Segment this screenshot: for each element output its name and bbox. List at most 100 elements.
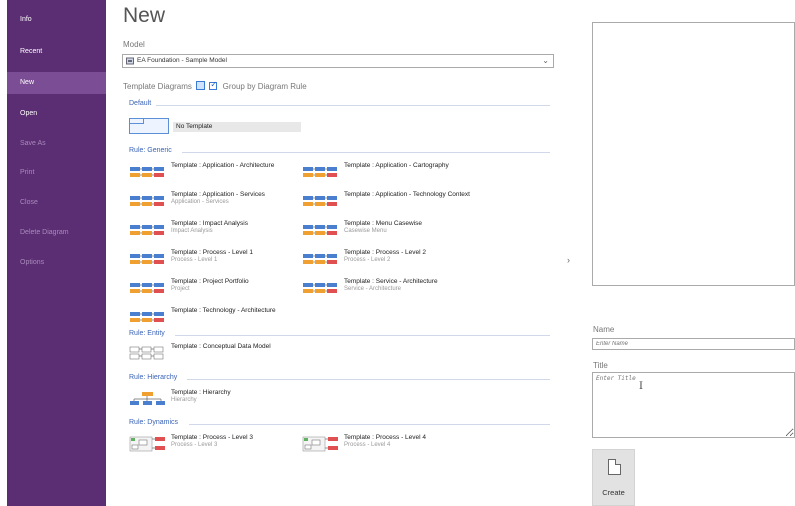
- template-title: Template : Process - Level 4: [344, 434, 427, 441]
- template-item[interactable]: Template : Impact Analysis Impact Analysi…: [129, 219, 299, 243]
- template-item[interactable]: Template : Service - Architecture Service…: [302, 277, 472, 301]
- template-item[interactable]: Template : Application - Cartography: [302, 161, 472, 185]
- entity-diagram-icon: [129, 346, 164, 360]
- template-diagrams-label: Template Diagrams: [123, 82, 192, 91]
- chevron-down-icon[interactable]: ⌄: [542, 55, 549, 67]
- template-item[interactable]: Template : Process - Level 2 Process - Le…: [302, 248, 472, 272]
- group-label-hierarchy: Rule: Hierarchy: [129, 374, 178, 381]
- template-title: Template : Application - Services: [171, 191, 265, 198]
- template-item[interactable]: Template : Project Portfolio Project: [129, 277, 299, 301]
- template-item[interactable]: Template : Process - Level 1 Process - Le…: [129, 248, 299, 272]
- template-subtitle: Process - Level 4: [344, 442, 391, 448]
- group-divider: [182, 152, 550, 153]
- template-item[interactable]: Template : Conceptual Data Model: [129, 342, 299, 366]
- text-cursor-icon: I: [639, 381, 643, 392]
- sidebar-item-info[interactable]: Info: [7, 9, 106, 31]
- template-diagram-icon: [130, 312, 164, 322]
- template-item[interactable]: Template : Hierarchy Hierarchy: [129, 388, 299, 412]
- template-subtitle: Process - Level 3: [171, 442, 218, 448]
- page-title: New: [123, 4, 166, 27]
- name-input[interactable]: [592, 338, 795, 350]
- template-diagram-icon: [303, 196, 337, 206]
- template-diagram-icon: [303, 254, 337, 264]
- sidebar-item-new[interactable]: New: [7, 72, 106, 94]
- template-title: Template : Technology - Architecture: [171, 307, 276, 314]
- diagram-preview: [592, 22, 795, 286]
- template-subtitle: Application - Services: [171, 199, 229, 205]
- no-template-label: No Template: [173, 122, 301, 132]
- template-title: Template : Conceptual Data Model: [171, 343, 271, 350]
- sidebar-item-close[interactable]: Close: [7, 192, 106, 214]
- model-select[interactable]: EA Foundation - Sample Model ⌄: [122, 54, 554, 68]
- model-label: Model: [123, 40, 145, 49]
- sidebar-item-open[interactable]: Open: [7, 103, 106, 125]
- title-label: Title: [593, 361, 608, 370]
- template-diagram-icon: [130, 283, 164, 293]
- group-label-dynamics: Rule: Dynamics: [129, 419, 179, 426]
- group-label-entity: Rule: Entity: [129, 330, 165, 337]
- template-title: Template : Menu Casewise: [344, 220, 423, 227]
- template-subtitle: Process - Level 2: [344, 257, 391, 263]
- template-diagram-icon: [303, 225, 337, 235]
- template-diagram-icon: [303, 167, 337, 177]
- group-by-rule-checkbox[interactable]: [209, 80, 218, 90]
- template-diagram-icon: [130, 254, 164, 264]
- expand-arrow-icon[interactable]: ›: [567, 255, 570, 265]
- template-item[interactable]: Template : Application - Services Applica…: [129, 190, 299, 214]
- template-title: Template : Application - Architecture: [171, 162, 275, 169]
- template-item[interactable]: Template : Technology - Architecture: [129, 306, 299, 330]
- template-title: Template : Hierarchy: [171, 389, 231, 396]
- template-title: Template : Process - Level 2: [344, 249, 427, 256]
- sidebar-item-recent[interactable]: Recent: [7, 41, 106, 63]
- create-button[interactable]: Create: [592, 449, 635, 506]
- template-title: Template : Application - Technology Cont…: [344, 191, 470, 198]
- template-diagram-icon: [130, 196, 164, 206]
- sidebar-item-delete-diagram[interactable]: Delete Diagram: [7, 222, 106, 244]
- backstage-sidebar: Info Recent New Open Save As Print Close…: [7, 0, 106, 506]
- group-divider: [156, 105, 550, 106]
- group-divider: [175, 335, 550, 336]
- document-icon: [608, 459, 621, 475]
- group-label-generic: Rule: Generic: [129, 147, 172, 154]
- template-subtitle: Casewise Menu: [344, 228, 387, 234]
- template-item[interactable]: Template : Menu Casewise Casewise Menu: [302, 219, 472, 243]
- title-input[interactable]: [592, 372, 795, 438]
- template-diagram-icon: [303, 283, 337, 293]
- template-item[interactable]: Template : Application - Technology Cont…: [302, 190, 472, 214]
- template-subtitle: Impact Analysis: [171, 228, 213, 234]
- blank-diagram-icon: [129, 118, 169, 134]
- create-button-label: Create: [602, 488, 625, 497]
- template-title: Template : Application - Cartography: [344, 162, 449, 169]
- template-item[interactable]: Template : Application - Architecture: [129, 161, 299, 185]
- group-by-rule-label: Group by Diagram Rule: [222, 82, 307, 91]
- group-divider: [187, 379, 550, 380]
- group-divider: [189, 424, 550, 425]
- sidebar-item-options[interactable]: Options: [7, 252, 106, 274]
- hierarchy-diagram-icon: [130, 392, 165, 405]
- no-template-item[interactable]: No Template: [129, 118, 301, 136]
- group-label-default: Default: [129, 100, 152, 107]
- template-title: Template : Process - Level 1: [171, 249, 254, 256]
- template-subtitle: Project: [171, 286, 190, 292]
- model-select-value: EA Foundation - Sample Model: [137, 57, 227, 64]
- sidebar-item-save-as[interactable]: Save As: [7, 133, 106, 155]
- sidebar-item-print[interactable]: Print: [7, 162, 106, 184]
- template-title: Template : Impact Analysis: [171, 220, 248, 227]
- template-list: Default No Template Rule: Generic Rule: …: [122, 96, 554, 506]
- process-diagram-icon: [129, 436, 165, 452]
- model-icon: [126, 57, 134, 65]
- template-diagrams-row: Template Diagrams Group by Diagram Rule: [123, 80, 307, 93]
- template-title: Template : Project Portfolio: [171, 278, 249, 285]
- template-diagram-icon: [130, 225, 164, 235]
- template-item[interactable]: Template : Process - Level 3 Process - Le…: [129, 433, 299, 457]
- template-subtitle: Service - Architecture: [344, 286, 402, 292]
- template-settings-icon[interactable]: [196, 81, 206, 90]
- app-window: Info Recent New Open Save As Print Close…: [0, 0, 795, 506]
- template-item[interactable]: Template : Process - Level 4 Process - Le…: [302, 433, 472, 457]
- template-subtitle: Hierarchy: [171, 397, 197, 403]
- main-panel: New Model EA Foundation - Sample Model ⌄…: [106, 0, 795, 506]
- process-diagram-icon: [302, 436, 338, 452]
- template-diagram-icon: [130, 167, 164, 177]
- template-title: Template : Service - Architecture: [344, 278, 438, 285]
- template-subtitle: Process - Level 1: [171, 257, 218, 263]
